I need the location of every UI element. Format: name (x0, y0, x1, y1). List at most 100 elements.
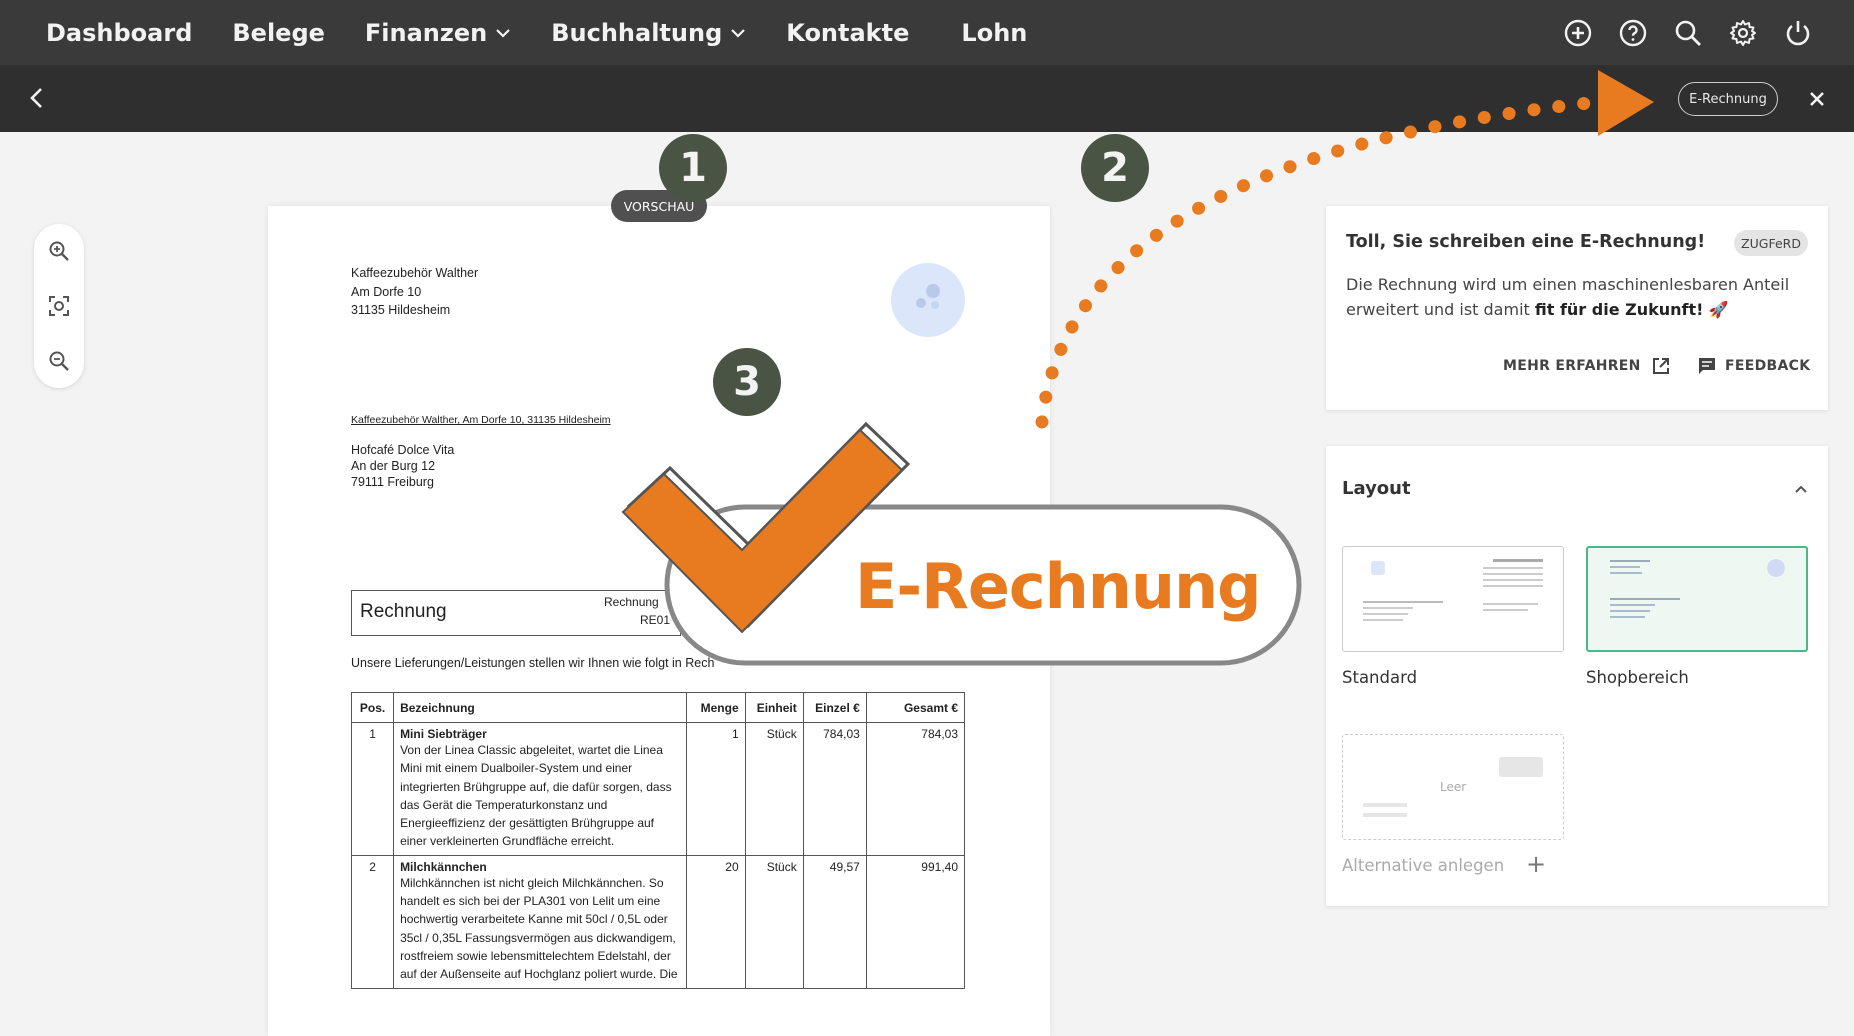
add-alternative-button[interactable]: + (1526, 850, 1546, 878)
chevron-down-icon (496, 28, 511, 38)
cell-pos: 2 (350, 854, 395, 989)
column-header: Menge (685, 692, 746, 723)
chevron-up-icon (1795, 485, 1807, 493)
table-row: 2 Milchkännchen Milchkännchen ist nicht … (350, 854, 966, 989)
nav-lohn-label: Lohn (961, 18, 1028, 47)
external-link-icon (1652, 358, 1669, 374)
zoom-out-icon (49, 351, 69, 371)
sender-name: Kaffeezubehör Walther (351, 266, 479, 280)
invoice-title: Rechnung (360, 601, 447, 622)
help-icon[interactable] (1617, 17, 1649, 49)
invoice-header-box: Rechnung Rechnung RE01 (351, 590, 681, 636)
info-text-bold: fit für die Zukunft! (1534, 300, 1704, 319)
nav-belege-label: Belege (232, 18, 325, 47)
nav-lohn[interactable]: Lohn (961, 19, 1027, 47)
column-header: Bezeichnung (393, 692, 687, 723)
cell-description: Mini Siebträger Von der Linea Classic ab… (393, 722, 687, 856)
back-button[interactable] (22, 83, 52, 113)
layout-option-standard[interactable] (1342, 546, 1564, 652)
layout-thumbnail (1363, 559, 1543, 621)
layout-option-shopbereich-label: Shopbereich (1586, 668, 1689, 687)
cell-total: 784,03 (865, 722, 966, 856)
search-icon[interactable] (1672, 17, 1704, 49)
column-header: Pos. (350, 692, 395, 723)
plus-circle-icon[interactable] (1562, 17, 1594, 49)
chevron-down-icon (731, 28, 746, 38)
step-marker-2: 2 (1081, 134, 1149, 202)
table-header-row: Pos. Bezeichnung Menge Einheit Einzel € … (350, 692, 966, 723)
cell-unit: Stück (744, 722, 804, 856)
focus-frame-icon (49, 296, 69, 316)
coffee-beans-icon (916, 284, 940, 309)
cell-pos: 1 (350, 722, 395, 856)
empty-layout-label: Leer (1440, 780, 1467, 794)
info-card-text: Die Rechnung wird um einen maschinenlesb… (1346, 272, 1816, 322)
nav-kontakte[interactable]: Kontakte (786, 19, 909, 47)
close-icon (1810, 92, 1824, 106)
company-logo (891, 263, 965, 337)
item-name: Milchkännchen (400, 859, 487, 874)
create-alternative-link[interactable]: Alternative anlegen (1342, 856, 1504, 875)
recipient-city: 79111 Freiburg (351, 475, 434, 489)
step-marker-3: 3 (713, 348, 781, 416)
nav-buchhaltung-label: Buchhaltung (551, 18, 723, 47)
column-header: Einheit (744, 692, 804, 723)
nav-finanzen-label: Finanzen (364, 18, 488, 47)
column-header: Einzel € (802, 692, 867, 723)
recipient-street: An der Burg 12 (351, 459, 436, 473)
invoice-number: RE01 (640, 613, 671, 627)
zoom-toolbar (34, 224, 84, 388)
nav-dashboard[interactable]: Dashboard (46, 19, 192, 47)
nav-finanzen[interactable]: Finanzen (365, 19, 511, 47)
layout-option-empty[interactable]: Leer (1342, 734, 1564, 840)
learn-more-link[interactable]: MEHR ERFAHREN (1503, 356, 1671, 376)
chevron-left-icon (30, 88, 42, 108)
layout-card: Layout Standard Shopbereich Leer Alterna… (1326, 446, 1828, 906)
sender-address: Kaffeezubehör Walther Am Dorfe 10 31135 … (351, 264, 478, 320)
invoice-number-label: Rechnung (604, 595, 659, 609)
layout-option-shopbereich[interactable] (1586, 546, 1808, 652)
nav-icon-group (1539, 0, 1814, 65)
nav-dashboard-label: Dashboard (46, 18, 193, 47)
nav-belege[interactable]: Belege (232, 19, 325, 47)
sender-return-line: Kaffeezubehör Walther, Am Dorfe 10, 3113… (351, 414, 611, 426)
zoom-in-icon (49, 241, 69, 261)
fit-to-screen-button[interactable] (46, 293, 72, 319)
item-description: Von der Linea Classic abgeleitet, wartet… (400, 743, 672, 849)
layout-title: Layout (1342, 478, 1411, 499)
collapse-layout-button[interactable] (1792, 480, 1810, 498)
sender-city: 31135 Hildesheim (351, 303, 451, 317)
column-header: Gesamt € (865, 692, 966, 723)
sender-street: Am Dorfe 10 (351, 284, 422, 299)
rocket-icon: 🚀 (1703, 300, 1729, 319)
cell-unit-price: 784,03 (802, 722, 867, 856)
feedback-link[interactable]: FEEDBACK (1697, 356, 1810, 376)
zoom-in-button[interactable] (46, 238, 72, 264)
invoice-intro-text: Unsere Lieferungen/Leistungen stellen wi… (351, 656, 715, 670)
layout-option-standard-label: Standard (1342, 668, 1418, 687)
cell-total: 991,40 (865, 854, 966, 989)
item-description: Milchkännchen ist nicht gleich Milchkänn… (400, 875, 678, 982)
power-icon[interactable] (1782, 17, 1814, 49)
gear-icon[interactable] (1727, 17, 1759, 49)
e-rechnung-toggle[interactable]: E-Rechnung (1678, 82, 1778, 116)
nav-kontakte-label: Kontakte (786, 18, 910, 47)
recipient-name: Hofcafé Dolce Vita (351, 443, 455, 457)
nav-buchhaltung[interactable]: Buchhaltung (551, 19, 746, 47)
info-card-title: Toll, Sie schreiben eine E-Rechnung! (1346, 232, 1706, 252)
table-row: 1 Mini Siebträger Von der Linea Classic … (350, 722, 966, 856)
top-navigation: Dashboard Belege Finanzen Buchhaltung Ko… (0, 0, 1854, 65)
step-marker-1: 1 (659, 134, 727, 202)
recipient-address: Hofcafé Dolce Vita An der Burg 12 79111 … (351, 442, 454, 490)
close-button[interactable] (1804, 86, 1830, 112)
learn-more-label: MEHR ERFAHREN (1503, 358, 1641, 374)
zugferd-badge: ZUGFeRD (1734, 230, 1808, 256)
cell-quantity: 20 (685, 854, 746, 989)
layout-thumbnail (1610, 559, 1785, 618)
zoom-out-button[interactable] (46, 348, 72, 374)
feedback-label: FEEDBACK (1725, 358, 1811, 374)
e-rechnung-badge-text: E-Rechnung (855, 550, 1262, 623)
item-name: Mini Siebträger (400, 727, 487, 741)
e-invoice-info-card: Toll, Sie schreiben eine E-Rechnung! ZUG… (1326, 206, 1828, 410)
cell-description: Milchkännchen Milchkännchen ist nicht gl… (393, 854, 687, 989)
